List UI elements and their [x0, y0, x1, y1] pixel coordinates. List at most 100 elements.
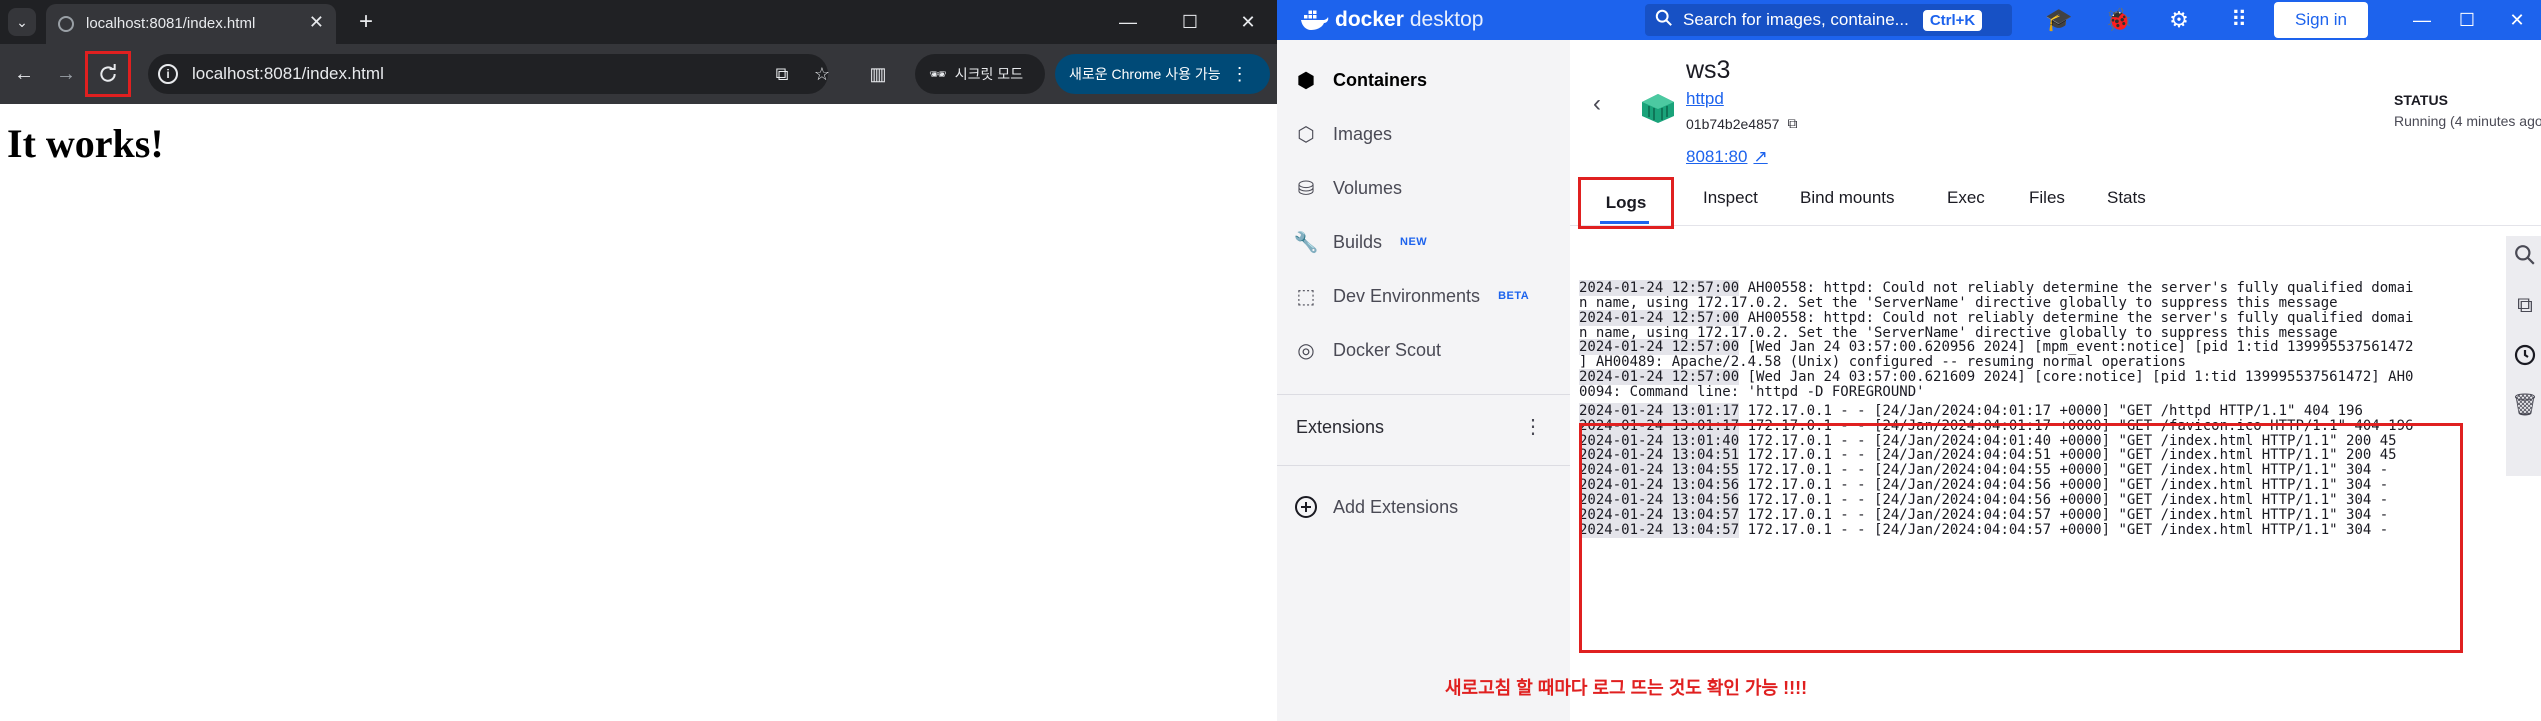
- sidebar-item-label: Containers: [1333, 69, 1428, 90]
- docker-scout-icon: ◎: [1297, 339, 1315, 362]
- status-label: STATUS: [2394, 92, 2448, 108]
- incognito-label: 시크릿 모드: [954, 66, 1024, 82]
- search-icon: [1655, 9, 1673, 32]
- docker-logo: docker desktop: [1299, 6, 1483, 34]
- tab-inspect[interactable]: Inspect: [1703, 178, 1758, 218]
- log-timestamp: 2024-01-24 12:57:00: [1579, 280, 1740, 296]
- add-extensions-label: Add Extensions: [1333, 496, 1459, 517]
- container-id-text: 01b74b2e4857: [1686, 115, 1780, 132]
- learning-center-icon[interactable]: 🎓: [2045, 6, 2073, 34]
- tab-files[interactable]: Files: [2029, 178, 2065, 218]
- web-page: It works!: [0, 104, 1277, 721]
- log-message: [Wed Jan 24 03:57:00.621609 2024] [core:…: [1739, 369, 2414, 386]
- sidebar-item-docker-scout[interactable]: ◎ Docker Scout: [1293, 330, 1563, 370]
- docker-search[interactable]: Search for images, containe... Ctrl+K: [1645, 4, 2012, 36]
- close-tab-icon[interactable]: ✕: [309, 12, 324, 33]
- sidebar-item-label: Images: [1333, 123, 1393, 144]
- external-link-icon: ↗: [1753, 147, 1768, 166]
- chrome-tab-bar: ⌄ localhost:8081/index.html ✕ + — ☐ ✕: [0, 0, 1277, 44]
- bookmark-star-icon[interactable]: ☆: [810, 62, 834, 86]
- back-arrow-icon[interactable]: ←: [8, 58, 40, 90]
- sidebar-item-volumes[interactable]: ⛁ Volumes: [1293, 168, 1563, 208]
- globe-icon: [58, 16, 74, 32]
- maximize-icon[interactable]: ☐: [1170, 4, 1210, 40]
- dev-environments-icon: ⬚: [1296, 285, 1316, 308]
- tab-exec[interactable]: Exec: [1947, 178, 1985, 218]
- tab-stats[interactable]: Stats: [2107, 178, 2146, 218]
- extensions-menu-icon[interactable]: ⋮: [1523, 414, 1543, 439]
- page-heading: It works!: [7, 121, 164, 166]
- image-link[interactable]: httpd: [1686, 89, 1724, 109]
- url-text[interactable]: localhost:8081/index.html: [192, 64, 384, 84]
- close-window-icon[interactable]: ✕: [1228, 4, 1268, 40]
- copy-icon[interactable]: ⧉: [1787, 115, 1797, 132]
- update-label: 새로운 Chrome 사용 가능: [1069, 66, 1221, 82]
- log-message: 172.17.0.1 - - [24/Jan/2024:04:01:17 +00…: [1739, 402, 2363, 419]
- log-copy-icon[interactable]: ⧉: [2510, 290, 2540, 320]
- log-search-icon[interactable]: [2510, 240, 2540, 270]
- incognito-indicator[interactable]: 🕶 시크릿 모드: [915, 54, 1045, 94]
- tab-bind-mounts[interactable]: Bind mounts: [1800, 178, 1895, 218]
- sidebar-item-label: Builds: [1333, 231, 1383, 252]
- container-name: ws3: [1686, 56, 1731, 84]
- reload-icon: [100, 64, 116, 82]
- sidebar-item-images[interactable]: ⬡ Images: [1293, 114, 1563, 154]
- sidebar-item-containers[interactable]: ⬢ Containers: [1293, 60, 1563, 100]
- sidebar-item-builds[interactable]: 🔧 Builds NEW: [1293, 222, 1563, 262]
- docker-maximize-icon[interactable]: ☐: [2447, 2, 2487, 38]
- search-placeholder: Search for images, containe...: [1683, 10, 1909, 29]
- back-chevron-icon[interactable]: ‹: [1585, 90, 1609, 117]
- docker-minimize-icon[interactable]: —: [2402, 2, 2442, 38]
- forward-arrow-icon[interactable]: →: [50, 58, 82, 90]
- docker-header: docker desktop Search for images, contai…: [1277, 0, 2541, 40]
- site-info-icon[interactable]: i: [158, 64, 178, 84]
- log-line: 2024-01-24 12:57:00 [Wed Jan 24 03:57:00…: [1579, 369, 2414, 386]
- tabs-divider: [1570, 225, 2541, 226]
- add-circle-icon: [1293, 494, 1319, 520]
- chrome-menu-icon[interactable]: ⋮: [1231, 64, 1249, 85]
- sidebar-item-label: Docker Scout: [1333, 339, 1442, 360]
- volumes-icon: ⛁: [1297, 177, 1315, 200]
- log-timestamp: 2024-01-24 13:01:17: [1579, 402, 1740, 419]
- containers-icon: ⬢: [1297, 69, 1315, 92]
- log-line: n name, using 172.17.0.2. Set the 'Serve…: [1579, 295, 2338, 311]
- apps-grid-icon[interactable]: ⠿: [2225, 6, 2253, 34]
- builds-icon: 🔧: [1293, 231, 1319, 254]
- log-message: 0094: Command line: 'httpd -D FOREGROUND…: [1579, 383, 1925, 400]
- settings-gear-icon[interactable]: ⚙: [2165, 6, 2193, 34]
- log-line: 0094: Command line: 'httpd -D FOREGROUND…: [1579, 384, 1925, 400]
- container-cube-icon: [1642, 94, 1674, 123]
- browser-tab[interactable]: localhost:8081/index.html ✕: [46, 4, 336, 44]
- sign-in-button[interactable]: Sign in: [2274, 2, 2368, 38]
- new-tab-button[interactable]: +: [350, 6, 382, 38]
- sidebar-item-dev-environments[interactable]: ⬚ Dev Environments BETA: [1293, 276, 1563, 316]
- extensions-heading: Extensions: [1296, 417, 1385, 437]
- troubleshoot-bug-icon[interactable]: 🐞: [2105, 6, 2133, 34]
- tab-search-icon[interactable]: ⌄: [8, 8, 36, 36]
- log-message: ] AH00489: Apache/2.4.58 (Unix) configur…: [1579, 354, 2186, 371]
- container-detail: ‹ ws3 httpd 01b74b2e4857 ⧉ 8081:80 ↗ STA…: [1570, 40, 2541, 721]
- active-tab-indicator: [1600, 221, 1649, 224]
- add-extensions-button[interactable]: Add Extensions: [1293, 487, 1563, 527]
- log-highlight-box: [1579, 423, 2463, 653]
- docker-whale-icon: [1301, 10, 1329, 30]
- minimize-icon[interactable]: —: [1108, 4, 1148, 40]
- log-line: 2024-01-24 12:57:00 AH00558: httpd: Coul…: [1579, 280, 2413, 296]
- search-shortcut: Ctrl+K: [1922, 9, 1983, 31]
- sidebar-divider: [1277, 394, 1570, 395]
- docker-close-icon[interactable]: ✕: [2497, 2, 2537, 38]
- new-badge: NEW: [1400, 236, 1428, 248]
- log-message: n name, using 172.17.0.2. Set the 'Serve…: [1579, 324, 2338, 341]
- log-clear-trash-icon[interactable]: 🗑: [2510, 390, 2540, 420]
- log-timestamp-clock-icon[interactable]: [2510, 340, 2540, 370]
- translate-icon[interactable]: ⧉: [770, 62, 794, 86]
- docker-sidebar: ⬢ Containers ⬡ Images ⛁ Volumes 🔧 Builds…: [1277, 40, 1570, 721]
- reload-button[interactable]: [85, 51, 131, 97]
- incognito-icon: 🕶: [929, 65, 947, 82]
- log-line: 2024-01-24 12:57:00 AH00558: httpd: Coul…: [1579, 309, 2413, 326]
- side-panel-icon[interactable]: ▥: [866, 62, 890, 86]
- red-annotation-text: 새로고침 할 때마다 로그 뜨는 것도 확인 가능 !!!!: [1445, 678, 1808, 698]
- chrome-update-button[interactable]: 새로운 Chrome 사용 가능 ⋮: [1055, 54, 1270, 94]
- status-value: Running (4 minutes ago): [2394, 113, 2541, 129]
- port-link[interactable]: 8081:80 ↗: [1686, 147, 1768, 167]
